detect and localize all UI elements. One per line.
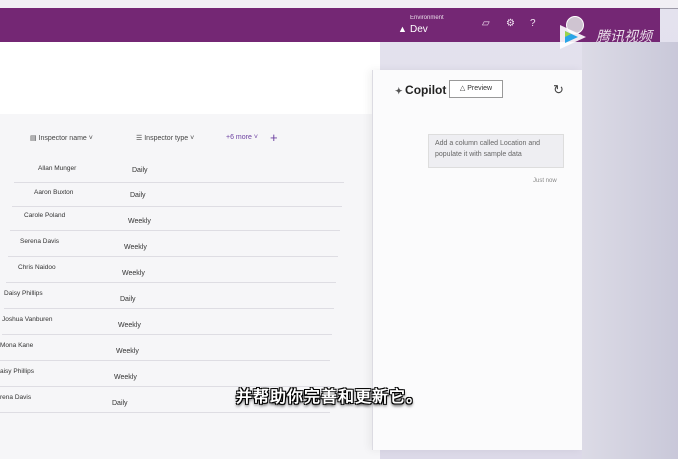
table-toolbar (0, 42, 380, 114)
cell-inspector-name: Aaron Buxton (34, 189, 74, 196)
add-column-button[interactable]: + (270, 130, 278, 145)
column-header-inspector-type[interactable]: ☰ Inspector type ˅ (136, 134, 194, 142)
cell-inspector-name: Carole Poland (24, 212, 66, 219)
cell-inspector-name: Serena Davis (20, 238, 60, 245)
table-row[interactable]: Daisy Phillips Daily (4, 284, 334, 309)
preview-badge: △ Preview (449, 80, 503, 98)
cell-inspector-name: aisy Phillips (0, 368, 34, 375)
background-edge (582, 42, 678, 459)
text-column-icon: ▤ (30, 135, 39, 142)
cell-inspector-type: Weekly (116, 348, 139, 355)
copilot-title: ✦ Copilot (395, 83, 447, 97)
cell-inspector-type: Daily (112, 400, 128, 407)
sparkle-icon: ✦ (395, 86, 406, 96)
gear-icon[interactable]: ⚙ (506, 18, 515, 29)
cell-inspector-name: rena Davis (0, 394, 32, 401)
video-subtitle: 并帮助你完善和更新它。 (236, 389, 424, 406)
cell-inspector-type: Weekly (124, 244, 147, 251)
cell-inspector-name: Allan Munger (38, 165, 77, 172)
screen: ▲ Environment Dev ▱ ⚙ ? ▤ Inspector name… (0, 0, 678, 459)
table-row[interactable]: Aaron Buxton Daily (12, 182, 342, 207)
environment-icon: ▲ (398, 24, 407, 34)
environment-label: Environment (410, 15, 444, 21)
cell-inspector-type: Daily (130, 192, 146, 199)
cell-inspector-type: Daily (132, 167, 148, 174)
watermark-text: 腾讯视频 (596, 28, 652, 44)
user-message-bubble: Add a column called Location and populat… (428, 134, 564, 168)
cell-inspector-type: Weekly (122, 270, 145, 277)
cell-inspector-type: Weekly (128, 218, 151, 225)
table-row[interactable]: Mona Kane Weekly (0, 336, 330, 361)
environment-value: Dev (410, 24, 428, 35)
table-row[interactable]: Carole Poland Weekly (10, 206, 340, 231)
column-header-inspector-name[interactable]: ▤ Inspector name ˅ (30, 134, 93, 142)
table-row[interactable]: Joshua Vanburen Weekly (2, 310, 332, 335)
chevron-down-icon: ˅ (86, 135, 93, 142)
refresh-icon[interactable]: ↻ (553, 82, 564, 98)
video-logo-icon (560, 25, 586, 49)
table-row[interactable]: Chris Naidoo Weekly (6, 258, 336, 283)
cell-inspector-type: Weekly (114, 374, 137, 381)
help-icon[interactable]: ? (530, 18, 536, 29)
cell-inspector-name: Chris Naidoo (18, 264, 56, 271)
cell-inspector-name: Daisy Phillips (4, 290, 43, 297)
table-row[interactable]: Allan Munger Daily (14, 158, 344, 183)
cell-inspector-name: Mona Kane (0, 342, 34, 349)
bell-icon[interactable]: ▱ (482, 18, 490, 29)
message-timestamp: Just now (533, 178, 557, 184)
table-row[interactable]: Serena Davis Weekly (8, 232, 338, 257)
choice-column-icon: ☰ (136, 135, 145, 142)
cell-inspector-name: Joshua Vanburen (2, 316, 53, 323)
chevron-down-icon: ˅ (251, 134, 258, 141)
more-columns-button[interactable]: +6 more ˅ (226, 134, 258, 141)
cell-inspector-type: Daily (120, 296, 136, 303)
chevron-down-icon: ˅ (188, 135, 195, 142)
cell-inspector-type: Weekly (118, 322, 141, 329)
